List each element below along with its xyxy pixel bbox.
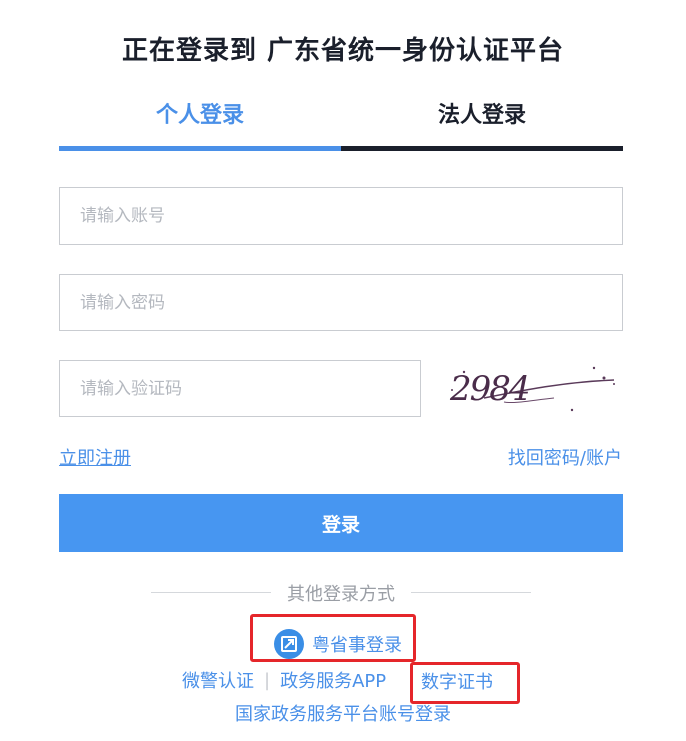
captcha-noise-dot — [570, 408, 574, 412]
captcha-text: 2984 — [449, 369, 529, 409]
yss-login-link[interactable]: 粤省事登录 — [274, 628, 402, 660]
tab-legal-login[interactable]: 法人登录 — [341, 96, 623, 151]
national-platform-link[interactable]: 国家政务服务平台账号登录 — [0, 700, 686, 726]
page-title: 正在登录到 广东省统一身份认证平台 — [121, 36, 565, 66]
recover-password-link[interactable]: 找回密码/账户 — [508, 444, 622, 470]
login-tabs: 个人登录 法人登录 — [59, 96, 623, 151]
captcha-noise-dot — [592, 366, 596, 370]
register-link[interactable]: 立即注册 — [59, 444, 131, 470]
login-page: 正在登录到 广东省统一身份认证平台 个人登录 法人登录 2984 立即注册 找回… — [0, 0, 686, 741]
yss-login-label: 粤省事登录 — [312, 635, 402, 656]
wechat-police-link[interactable]: 微警认证 — [182, 667, 254, 693]
divider-line-left — [151, 592, 271, 593]
password-input[interactable] — [59, 274, 623, 331]
gov-app-link[interactable]: 政务服务APP — [280, 667, 386, 693]
login-button[interactable]: 登录 — [59, 494, 623, 552]
other-methods-label: 其他登录方式 — [287, 584, 395, 605]
captcha-image[interactable]: 2984 — [444, 360, 622, 416]
yss-app-icon — [274, 629, 304, 659]
account-input[interactable] — [59, 187, 623, 245]
digital-cert-link[interactable]: 数字证书 — [421, 668, 493, 694]
captcha-noise-dot — [613, 383, 615, 385]
separator: | — [264, 669, 271, 691]
captcha-noise-dot — [602, 376, 606, 380]
divider-line-right — [411, 592, 531, 593]
captcha-input[interactable] — [59, 360, 421, 417]
tab-personal-login[interactable]: 个人登录 — [59, 96, 341, 151]
alt-login-row: 微警认证 | 政务服务APP — [182, 666, 386, 694]
